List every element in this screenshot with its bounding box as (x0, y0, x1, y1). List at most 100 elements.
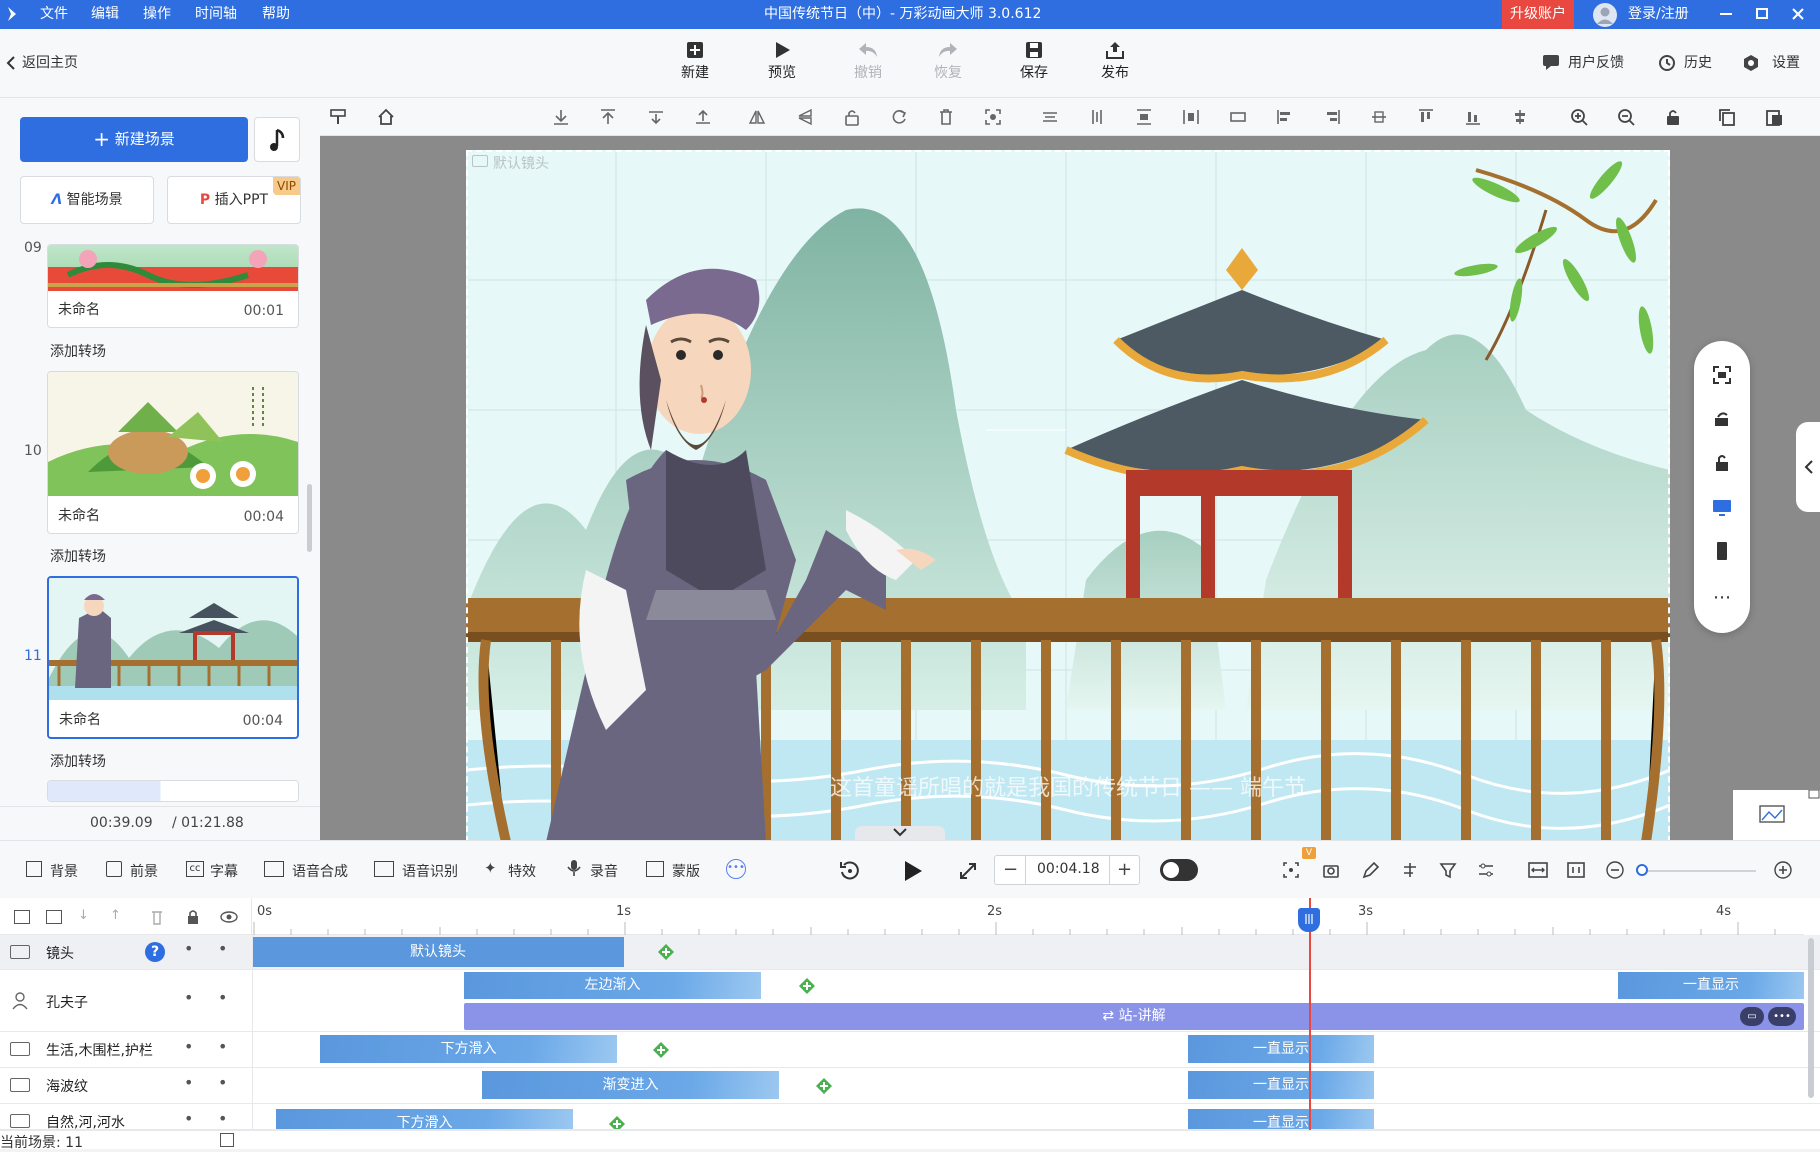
layer-delete-icon[interactable] (150, 909, 164, 925)
gear-icon[interactable] (1742, 54, 1760, 72)
new-button[interactable]: 新建 (665, 41, 725, 82)
redo-button[interactable]: 恢复 (918, 41, 978, 82)
more-options-icon[interactable]: ••• (1768, 1007, 1796, 1026)
track-dot-1[interactable]: • (184, 988, 193, 1007)
playhead-line[interactable] (1309, 898, 1311, 1149)
rotate-camera-icon[interactable] (1712, 409, 1732, 429)
move-top-icon[interactable] (599, 108, 617, 126)
clip-always-show[interactable]: 一直显示 (1188, 1071, 1374, 1099)
align-right-icon[interactable] (1323, 108, 1341, 126)
timecode-value[interactable]: 00:04.18 (1037, 861, 1100, 877)
track-dot-1[interactable]: • (184, 1073, 193, 1092)
layer-up-icon[interactable]: ↑ (110, 908, 122, 924)
collapse-timeline-toggle[interactable] (855, 826, 945, 840)
decrement-button[interactable]: − (1003, 859, 1018, 880)
smart-scene-button[interactable]: Λ 智能场景 (20, 176, 154, 224)
track-dot-2[interactable]: • (218, 1037, 227, 1056)
feedback-icon[interactable] (1542, 54, 1560, 70)
align-bottom-icon[interactable] (1464, 108, 1482, 126)
zoom-out-timeline-icon[interactable] (1606, 861, 1624, 879)
timeline-scrollbar[interactable] (1808, 938, 1814, 1098)
history-link[interactable]: 历史 (1684, 52, 1712, 72)
background-button[interactable]: 背景 (50, 861, 78, 881)
clip-enter-left[interactable]: 左边渐入 (464, 972, 761, 999)
replay-icon[interactable] (838, 859, 862, 883)
menu-operate[interactable]: 操作 (143, 0, 171, 29)
clip-fade-in[interactable]: 渐变进入 (482, 1071, 779, 1099)
menu-timeline[interactable]: 时间轴 (195, 0, 237, 29)
new-layer-icon[interactable] (46, 910, 62, 924)
filter-icon[interactable] (1439, 861, 1457, 879)
adjust-icon[interactable] (1477, 861, 1495, 879)
layer-down-icon[interactable]: ↓ (78, 908, 90, 924)
history-icon[interactable] (1658, 54, 1676, 72)
split-icon[interactable] (1401, 861, 1419, 879)
paste-icon[interactable] (1765, 108, 1783, 126)
actual-size-icon[interactable] (1567, 861, 1585, 879)
add-transition-link[interactable]: 添加转场 (50, 751, 106, 771)
add-keyframe-icon[interactable] (658, 944, 674, 960)
zoom-in-icon[interactable] (1570, 108, 1588, 126)
clip-default-camera[interactable]: 默认镜头 (252, 937, 624, 967)
format-painter-icon[interactable] (330, 108, 348, 126)
publish-button[interactable]: 发布 (1085, 41, 1145, 82)
home-icon[interactable] (377, 108, 395, 126)
scene-canvas[interactable]: 默认镜头 这首童谣所唱的就是我国的传统节日 —— 端午节 (466, 150, 1670, 840)
lock-camera-icon[interactable] (1712, 453, 1732, 473)
add-transition-link[interactable]: 添加转场 (50, 546, 106, 566)
distribute-h-icon[interactable] (1182, 108, 1200, 126)
track-camera[interactable]: 镜头 ? • • 默认镜头 (0, 935, 1820, 970)
align-vcenter-icon[interactable] (1511, 108, 1529, 126)
fit-screen-icon[interactable] (984, 108, 1002, 126)
camera-frame-icon[interactable] (1282, 861, 1300, 879)
playhead-handle[interactable] (1298, 908, 1320, 932)
new-scene-button[interactable]: + 新建场景 (20, 117, 248, 162)
upgrade-button[interactable]: 升级账户 (1502, 0, 1574, 29)
flip-horizontal-icon[interactable] (748, 108, 766, 126)
track-dot-1[interactable]: • (184, 1037, 193, 1056)
effects-button[interactable]: 特效 (508, 861, 536, 881)
help-icon[interactable]: ? (145, 942, 165, 962)
mask-button[interactable]: 蒙版 (672, 861, 700, 881)
track-dot-1[interactable]: • (184, 1109, 193, 1128)
screen-portrait-icon[interactable] (1712, 541, 1732, 561)
clip-slide-up[interactable]: 下方滑入 (276, 1109, 573, 1129)
delete-icon[interactable] (937, 108, 955, 126)
menu-help[interactable]: 帮助 (262, 0, 290, 29)
track-dot-2[interactable]: • (218, 988, 227, 1007)
more-tools-icon[interactable]: ••• (726, 859, 746, 879)
track-fence[interactable]: 生活,木围栏,护栏 • • 下方滑入 一直显示 (0, 1032, 1820, 1068)
maximize-icon[interactable] (1756, 8, 1768, 19)
align-center-v-icon[interactable] (1088, 108, 1106, 126)
layer-lock-icon[interactable] (186, 909, 200, 925)
avatar[interactable] (1593, 3, 1617, 27)
zoom-slider[interactable] (1636, 870, 1756, 872)
track-confucius[interactable]: 孔夫子 • • 左边渐入 一直显示 ⇄ 站-讲解 ▭ ••• (0, 970, 1820, 1032)
camera-frame[interactable] (466, 150, 1670, 840)
scene-card-11[interactable]: 未命名 00:04 (47, 576, 299, 739)
collapse-right-panel[interactable] (1796, 422, 1820, 512)
flip-vertical-icon[interactable] (796, 108, 814, 126)
scene-card-10[interactable]: 未命名 00:04 (47, 371, 299, 534)
back-arrow-icon[interactable] (6, 55, 16, 71)
tts-button[interactable]: 语音合成 (292, 861, 348, 881)
zoom-out-icon[interactable] (1617, 108, 1635, 126)
zoom-slider-handle[interactable] (1636, 864, 1648, 876)
track-river[interactable]: 自然,河,河水 • • 下方滑入 一直显示 (0, 1104, 1820, 1130)
track-dot-2[interactable]: • (218, 1073, 227, 1092)
mini-map[interactable] (1733, 790, 1820, 840)
clip-slide-up[interactable]: 下方滑入 (320, 1035, 617, 1063)
record-button[interactable]: 录音 (590, 861, 618, 881)
move-down-icon[interactable] (647, 108, 665, 126)
track-dot-2[interactable]: • (218, 939, 227, 958)
comment-icon[interactable]: ▭ (1740, 1007, 1764, 1026)
unlock-icon[interactable] (1664, 108, 1682, 126)
edit-icon[interactable] (1362, 861, 1380, 879)
canvas-area[interactable]: 默认镜头 这首童谣所唱的就是我国的传统节日 —— 端午节 ⋯ (320, 136, 1820, 840)
insert-ppt-button[interactable]: P 插入PPT VIP (167, 176, 301, 224)
add-keyframe-icon[interactable] (653, 1042, 669, 1058)
move-up-icon[interactable] (694, 108, 712, 126)
clip-always-show[interactable]: 一直显示 (1618, 972, 1804, 999)
align-left-icon[interactable] (1276, 108, 1294, 126)
move-bottom-icon[interactable] (552, 108, 570, 126)
